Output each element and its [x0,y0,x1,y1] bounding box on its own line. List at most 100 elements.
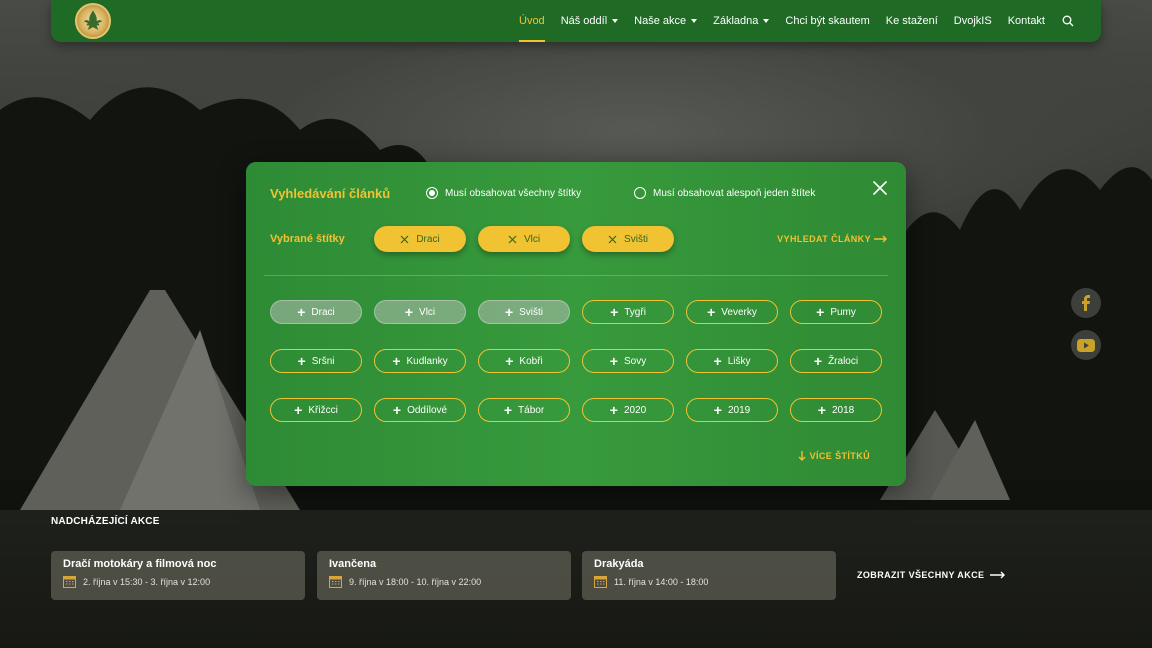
tag-label: Lišky [727,355,751,367]
plus-icon: + [713,352,722,369]
plus-icon: + [609,352,618,369]
tag-label: Pumy [830,306,856,318]
caret-down-icon [691,19,698,23]
plus-icon: + [392,401,402,418]
plus-icon: + [503,401,513,418]
selected-tag-chip[interactable]: Vlci [478,226,570,252]
event-date: 11. října v 14:00 - 18:00 [614,576,709,587]
plus-icon: + [505,352,514,369]
upcoming-events-heading: NADCHÁZEJÍCÍ AKCE [51,516,160,527]
event-title: Ivančena [329,558,377,570]
plus-icon: + [297,352,306,369]
arrow-right-icon [990,571,1006,579]
nav-item-7[interactable]: Kontakt [1000,0,1053,42]
tag-label: 2020 [623,404,647,416]
tag-label: Kudlanky [406,355,448,367]
nav-item-label: DvojkIS [953,15,992,27]
tag-label: Sovy [623,355,647,367]
selected-tag-chip[interactable]: Draci [374,226,466,252]
close-icon [873,181,887,195]
facebook-icon [1082,295,1090,311]
radio-indicator-checked[interactable] [426,187,438,199]
tag-label: Tygři [624,306,646,318]
scout-lily-logo-icon[interactable] [75,3,111,39]
nav-item-1[interactable]: Náš oddíl [553,0,626,42]
search-articles-link[interactable]: VYHLEDAT ČLÁNKY [777,234,888,244]
plus-icon: + [816,303,825,320]
tag-chip[interactable]: + Křižcci [270,398,362,422]
tag-label: Veverky [721,306,757,318]
main-menu: Úvod Náš oddíl Naše akce Základna Chci být s… [511,0,1079,42]
nav-item-2[interactable]: Naše akce [626,0,705,42]
tag-chip[interactable]: + Sovy [582,349,674,373]
plus-icon: + [817,401,826,418]
radio-all-tags[interactable]: Musí obsahovat všechny štítky [426,187,581,199]
nav-item-6[interactable]: DvojkIS [946,0,1000,42]
calendar-icon [594,576,607,588]
tag-chip[interactable]: + Sršni [270,349,362,373]
remove-icon [508,235,517,243]
arrow-right-icon [874,235,887,243]
tag-chip[interactable]: +2019 [686,398,778,422]
event-card[interactable]: Ivančena 9. října v 18:00 - 10. října v 2… [317,551,571,600]
tag-chip[interactable]: + Oddílové [374,398,466,422]
event-date: 9. října v 18:00 - 10. října v 22:00 [349,576,482,587]
selected-tags-label: Vybrané štítky [270,233,345,245]
tag-chip[interactable]: + Tygři [582,300,674,324]
event-title: Dračí motokáry a filmová noc [63,558,217,570]
caret-down-icon [612,19,619,23]
all-events-label: ZOBRAZIT VŠECHNY AKCE [857,570,985,580]
calendar-icon [63,576,76,588]
nav-item-3[interactable]: Základna [705,0,777,42]
tag-chip[interactable]: +2020 [582,398,674,422]
event-date: 2. října v 15:30 - 3. října v 12:00 [83,576,211,587]
nav-item-4[interactable]: Chci být skautem [777,0,877,42]
more-tags-link[interactable]: VÍCE ŠTÍTKŮ [798,451,870,461]
tag-label: 2019 [727,404,751,416]
tag-chip[interactable]: + Kudlanky [374,349,466,373]
tag-chip[interactable]: + Kobři [478,349,570,373]
search-button[interactable] [1057,0,1079,42]
tag-label: Svišti [519,306,544,318]
modal-title: Vyhledávání článků [270,186,391,201]
plus-icon: + [504,303,514,320]
nav-item-label: Naše akce [634,15,687,27]
event-date-row: 2. října v 15:30 - 3. října v 12:00 [63,575,293,588]
selected-tag-chip[interactable]: Svišti [582,226,674,252]
remove-icon [608,235,617,243]
tag-chip[interactable]: + Draci [270,300,362,324]
nav-item-label: Ke stažení [885,15,938,27]
plus-icon: + [609,401,618,418]
nav-item-label: Chci být skautem [785,15,870,27]
radio-any-tag[interactable]: Musí obsahovat alespoň jeden štítek [634,187,815,199]
tag-chip[interactable]: + Pumy [790,300,882,324]
nav-item-label: Kontakt [1007,15,1045,27]
event-card[interactable]: Drakyáda 11. října v 14:00 - 18:00 [582,551,836,600]
tag-label: Draci [311,306,335,318]
tag-chip[interactable]: + Žraloci [790,349,882,373]
event-date-row: 11. října v 14:00 - 18:00 [594,575,824,588]
article-search-modal: Vyhledávání článků Musí obsahovat všechn… [246,162,906,486]
nav-item-label: Úvod [519,15,545,27]
all-events-link[interactable]: ZOBRAZIT VŠECHNY AKCE [857,570,1006,580]
tag-label: Křižcci [308,404,338,416]
tag-chip[interactable]: + Vlci [374,300,466,324]
nav-item-5[interactable]: Ke stažení [878,0,946,42]
tag-chip[interactable]: + Svišti [478,300,570,324]
event-card[interactable]: Dračí motokáry a filmová noc 2. října v 1… [51,551,305,600]
radio-indicator[interactable] [634,187,646,199]
plus-icon: + [610,303,619,320]
tag-chip[interactable]: + Lišky [686,349,778,373]
close-button[interactable] [870,178,890,198]
tag-chip[interactable]: +2018 [790,398,882,422]
plus-icon: + [404,303,414,320]
youtube-button[interactable] [1071,330,1101,360]
tag-label: Kobři [519,355,543,367]
tag-label: Tábor [518,404,545,416]
tag-chip[interactable]: + Tábor [478,398,570,422]
facebook-button[interactable] [1071,288,1101,318]
tag-label: 2018 [831,404,855,416]
tag-chip[interactable]: + Veverky [686,300,778,324]
modal-divider [264,275,888,276]
nav-item-0[interactable]: Úvod [511,0,553,42]
